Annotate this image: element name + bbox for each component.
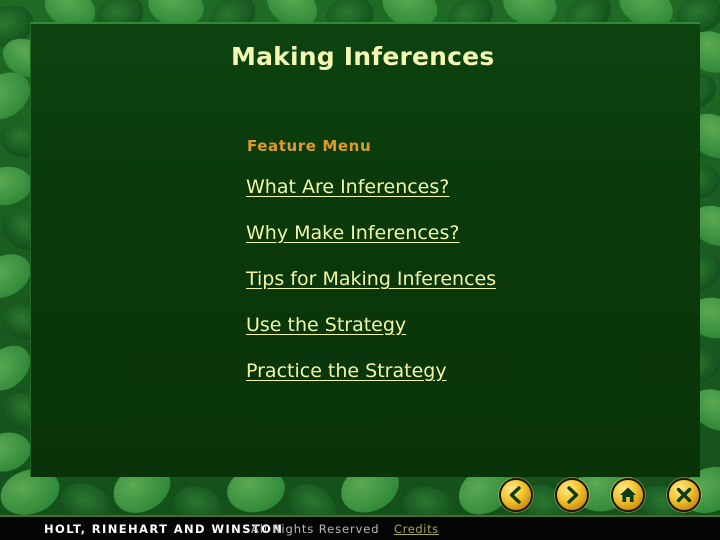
credits-link[interactable]: Credits [394,522,439,536]
close-x-icon [667,478,701,512]
menu-link-use-the-strategy[interactable]: Use the Strategy [246,314,406,336]
footer-bar: HOLT, RINEHART AND WINSTON All Rights Re… [0,515,720,540]
chevron-left-icon [499,478,533,512]
home-icon [611,478,645,512]
menu-link-tips-for-making-inferences[interactable]: Tips for Making Inferences [246,268,496,290]
menu-link-why-make-inferences[interactable]: Why Make Inferences? [246,222,459,244]
chevron-right-icon [555,478,589,512]
menu-link-what-are-inferences[interactable]: What Are Inferences? [246,176,449,198]
feature-menu-list: What Are Inferences? Why Make Inferences… [246,176,676,406]
menu-link-practice-the-strategy[interactable]: Practice the Strategy [246,360,447,382]
content-panel: Making Inferences Feature Menu What Are … [30,22,700,477]
slide-stage: Making Inferences Feature Menu What Are … [0,0,720,540]
publisher-name: HOLT, RINEHART AND WINSTON [44,522,284,536]
page-title: Making Inferences [231,42,495,71]
feature-menu-label: Feature Menu [247,137,372,155]
rights-statement: All Rights Reserved [251,522,380,536]
